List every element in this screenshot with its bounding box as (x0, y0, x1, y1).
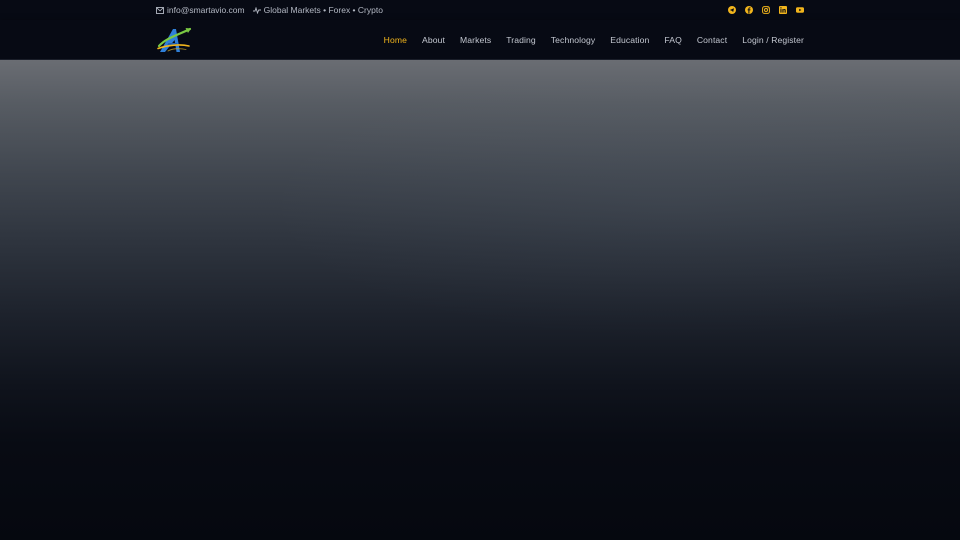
telegram-link[interactable] (728, 6, 736, 14)
main-navbar: Home About Markets Trading Technology Ed… (0, 20, 960, 60)
linkedin-icon (779, 6, 787, 14)
main-menu: Home About Markets Trading Technology Ed… (384, 35, 804, 45)
top-bar: info@smartavio.com Global Markets • Fore… (0, 0, 960, 20)
nav-about[interactable]: About (422, 35, 445, 45)
nav-login-register[interactable]: Login / Register (742, 35, 804, 45)
hero-section (0, 60, 960, 540)
telegram-icon (728, 6, 736, 14)
envelope-icon (156, 6, 164, 14)
nav-faq[interactable]: FAQ (664, 35, 682, 45)
facebook-icon (745, 6, 753, 14)
navbar-inner: Home About Markets Trading Technology Ed… (156, 20, 804, 60)
instagram-icon (762, 6, 770, 14)
nav-education[interactable]: Education (610, 35, 649, 45)
pulse-icon (252, 6, 261, 14)
top-bar-inner: info@smartavio.com Global Markets • Fore… (156, 0, 804, 20)
nav-markets[interactable]: Markets (460, 35, 491, 45)
logo-icon (157, 27, 192, 52)
nav-home[interactable]: Home (384, 35, 407, 45)
contact-group: info@smartavio.com Global Markets • Fore… (156, 5, 383, 15)
youtube-link[interactable] (796, 6, 804, 14)
hero-background (0, 60, 960, 540)
email-text: info@smartavio.com (167, 5, 245, 15)
tagline: Global Markets • Forex • Crypto (252, 5, 383, 15)
instagram-link[interactable] (762, 6, 770, 14)
email-link[interactable]: info@smartavio.com (156, 5, 245, 15)
social-links (728, 6, 804, 14)
facebook-link[interactable] (745, 6, 753, 14)
nav-contact[interactable]: Contact (697, 35, 727, 45)
youtube-icon (796, 7, 804, 13)
linkedin-link[interactable] (779, 6, 787, 14)
site-logo-link[interactable] (156, 26, 192, 54)
nav-trading[interactable]: Trading (506, 35, 536, 45)
nav-technology[interactable]: Technology (551, 35, 595, 45)
tagline-text: Global Markets • Forex • Crypto (263, 5, 383, 15)
